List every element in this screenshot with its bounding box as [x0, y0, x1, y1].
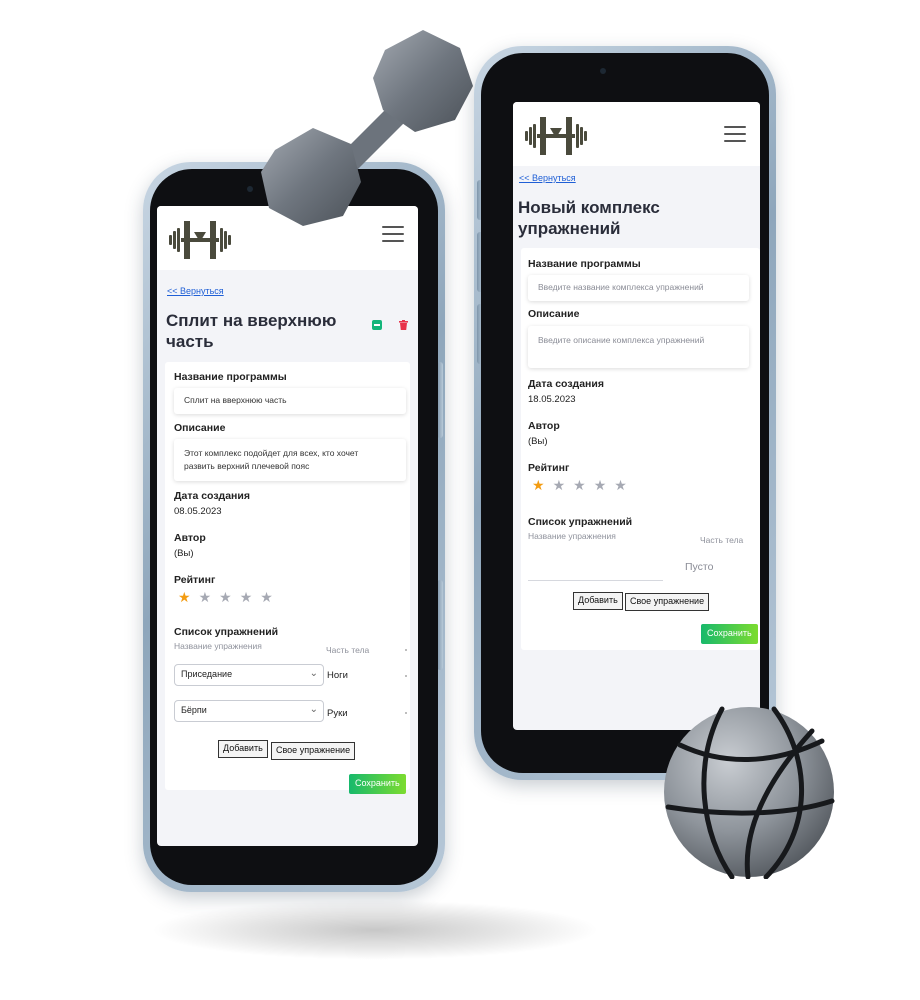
star-icon[interactable]: ★ — [199, 589, 220, 606]
rating-label: Рейтинг — [174, 574, 216, 586]
star-icon[interactable]: ★ — [573, 477, 594, 494]
exercise-select[interactable]: Приседание ⌄ — [174, 664, 324, 686]
created-value: 18.05.2023 — [528, 394, 576, 405]
exercises-label: Список упражнений — [174, 626, 279, 638]
dumbbell-icon — [261, 30, 473, 226]
author-value: (Вы) — [174, 548, 194, 559]
body-part-cell: Руки — [327, 708, 348, 719]
col-body-part-header: Часть тела — [700, 535, 744, 545]
program-name-input[interactable]: Сплит на вверхнюю часть — [174, 388, 406, 414]
back-link[interactable]: << Вернуться — [167, 286, 224, 296]
ball-icon — [664, 706, 835, 879]
created-label: Дата создания — [174, 490, 250, 502]
trash-icon[interactable] — [399, 320, 408, 330]
right-phone: << Вернуться Новый комплекс упражнений Н… — [474, 46, 776, 780]
row-marker — [405, 712, 407, 714]
save-toggle-icon[interactable] — [372, 320, 382, 330]
hamburger-menu-icon[interactable] — [724, 126, 746, 144]
save-button[interactable]: Сохранить — [349, 774, 406, 794]
app-header — [513, 102, 760, 166]
exercise-select[interactable]: Бёрпи ⌄ — [174, 700, 324, 722]
star-icon[interactable]: ★ — [219, 589, 240, 606]
created-value: 08.05.2023 — [174, 506, 222, 517]
empty-list-text: Пусто — [685, 561, 714, 573]
rating-label: Рейтинг — [528, 462, 570, 474]
program-name-input[interactable]: Введите название комплекса упражнений — [528, 275, 749, 301]
col-body-part-header: Часть тела — [326, 645, 370, 655]
custom-exercise-button[interactable]: Свое упражнение — [271, 742, 356, 760]
program-name-label: Название программы — [528, 258, 641, 270]
right-screen: << Вернуться Новый комплекс упражнений Н… — [513, 102, 760, 730]
star-icon[interactable]: ★ — [260, 589, 281, 606]
add-exercise-button[interactable]: Добавить — [218, 740, 268, 758]
author-label: Автор — [528, 420, 560, 432]
description-label: Описание — [174, 422, 226, 434]
chevron-down-icon: ⌄ — [309, 668, 318, 679]
description-label: Описание — [528, 308, 580, 320]
star-icon[interactable]: ★ — [594, 477, 615, 494]
created-label: Дата создания — [528, 378, 604, 390]
description-textarea[interactable]: Этот комплекс подойдет для всех, кто хоч… — [174, 439, 406, 481]
back-link[interactable]: << Вернуться — [519, 173, 576, 183]
empty-divider — [528, 580, 663, 581]
program-name-label: Название программы — [174, 371, 287, 383]
chevron-down-icon: ⌄ — [309, 704, 318, 715]
front-camera — [600, 68, 606, 74]
author-value: (Вы) — [528, 436, 548, 447]
col-exercise-header: Название упражнения — [528, 531, 616, 541]
star-icon[interactable]: ★ — [532, 477, 553, 494]
left-phone: << Вернуться Сплит на вверхнюю часть Наз… — [143, 162, 445, 892]
rating-stars[interactable]: ★★★★★ — [178, 589, 281, 606]
front-camera — [247, 186, 253, 192]
star-icon[interactable]: ★ — [240, 589, 261, 606]
row-marker — [405, 649, 407, 651]
star-icon[interactable]: ★ — [614, 477, 635, 494]
col-exercise-header: Название упражнения — [174, 641, 262, 651]
left-screen: << Вернуться Сплит на вверхнюю часть Наз… — [157, 206, 418, 846]
custom-exercise-button[interactable]: Свое упражнение — [625, 593, 710, 611]
save-button[interactable]: Сохранить — [701, 624, 758, 644]
exercises-label: Список упражнений — [528, 516, 633, 528]
row-marker — [405, 675, 407, 677]
add-exercise-button[interactable]: Добавить — [573, 592, 623, 610]
gym-logo-icon — [525, 117, 587, 155]
page-title: Новый комплекс упражнений — [518, 198, 660, 238]
page-title: Сплит на вверхнюю часть — [166, 311, 337, 351]
body-part-cell: Ноги — [327, 670, 348, 681]
floor-shadow — [150, 900, 600, 960]
star-icon[interactable]: ★ — [178, 589, 199, 606]
description-textarea[interactable]: Введите описание комплекса упражнений — [528, 326, 749, 368]
author-label: Автор — [174, 532, 206, 544]
star-icon[interactable]: ★ — [553, 477, 574, 494]
gym-logo-icon — [169, 221, 231, 259]
rating-stars[interactable]: ★★★★★ — [532, 477, 635, 494]
